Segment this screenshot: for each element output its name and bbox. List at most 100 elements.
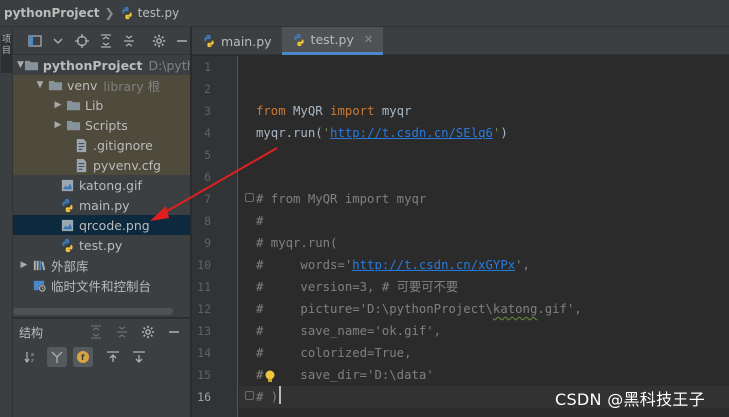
collapse-icon[interactable] [129,347,149,367]
python-file-icon [59,237,75,253]
lightbulb-icon[interactable] [263,369,277,383]
python-file-icon [204,34,214,48]
code-token: http://t.csdn.cn/SElq6 [330,126,493,140]
tree-item-gitignore[interactable]: .gitignore [13,135,190,155]
python-file-icon [59,197,75,213]
code-line: # save_dir='D:\data' [256,364,434,386]
collapse-all-icon[interactable] [121,33,137,49]
collapse-all-icon[interactable] [114,324,130,340]
tree-item-label: pyvenv.cfg [93,157,161,173]
line-number: 14 [197,346,211,360]
close-icon[interactable]: ✕ [364,33,373,46]
folder-icon [24,57,39,73]
breadcrumb-file[interactable]: test.py [120,6,180,20]
tree-item-qrcode-png[interactable]: qrcode.png [13,215,190,235]
view-mode-icon[interactable] [27,33,43,49]
tree-item-venv[interactable]: ▼ venv library 根 [13,75,190,95]
code-token: from [256,104,286,118]
tree-item-label: pythonProject [42,57,143,73]
tree-item-label: Scripts [85,117,128,133]
folder-icon [47,77,63,93]
tree-item-external-libraries[interactable]: ▶ 外部库 [13,255,190,275]
structure-title: 结构 [19,325,44,340]
tree-item-main-py[interactable]: main.py [13,195,190,215]
code-token: ) [500,126,508,140]
chevron-right-icon[interactable]: ▶ [51,120,65,130]
tree-item-label: Lib [85,97,104,113]
minimize-icon[interactable] [174,33,190,49]
tree-item-katong-gif[interactable]: katong.gif [13,175,190,195]
tree-item-label: venv [67,77,98,93]
tree-item-library-root: library 根 [103,78,161,94]
code-line: # from MyQR import myqr [256,188,426,210]
line-number: 9 [204,236,211,250]
code-line: # colorized=True, [256,342,411,364]
text-file-icon [73,137,89,153]
tab-label: main.py [221,33,272,49]
project-horizontal-scrollbar[interactable] [13,308,173,315]
code-line: myqr.run('http://t.csdn.cn/SElq6') [256,122,508,144]
show-fields-icon[interactable] [47,347,67,367]
library-icon [31,257,47,273]
fold-marker-icon[interactable] [245,391,254,400]
tree-item-scratches[interactable]: 临时文件和控制台 [13,275,190,295]
sort-alpha-icon[interactable]: az [21,347,41,367]
code-token: # ) [256,390,279,404]
code-token: # myqr.run( [256,236,338,250]
function-icon[interactable]: f [73,347,93,367]
line-number: 10 [197,258,211,272]
locate-icon[interactable] [74,33,90,49]
tree-item-label: main.py [79,197,130,213]
folder-icon [65,117,81,133]
project-panel: ▼ pythonProject D:\pyth ▼ venv library 根… [13,27,191,317]
python-file-icon [293,33,304,46]
code-token: # words=' [256,258,353,272]
breadcrumb-file-label: test.py [137,6,180,20]
expand-all-icon[interactable] [88,324,104,340]
tree-item-project[interactable]: ▼ pythonProject D:\pyth [13,55,190,75]
code-token: myqr [374,104,412,118]
folder-icon [65,97,81,113]
minimize-icon[interactable] [166,324,182,340]
line-number: 12 [197,302,211,316]
code-line: # save_name='ok.gif', [256,320,441,342]
breadcrumb-project[interactable]: pythonProject [4,6,100,20]
line-number: 1 [204,60,211,74]
expand-icon[interactable] [103,347,123,367]
python-file-icon [121,6,132,20]
project-tree: ▼ pythonProject D:\pyth ▼ venv library 根… [13,55,190,295]
structure-header: 结构 [13,319,190,345]
code-token: http://t.csdn.cn/xGYPx [352,258,516,272]
chevron-down-icon[interactable]: ▼ [17,60,24,70]
gear-icon[interactable] [151,33,167,49]
code-token: .gif', [537,302,582,316]
expand-all-icon[interactable] [98,33,114,49]
tree-item-scripts[interactable]: ▶ Scripts [13,115,190,135]
gear-icon[interactable] [140,324,156,340]
tree-item-pyvenv-cfg[interactable]: pyvenv.cfg [13,155,190,175]
line-number: 5 [204,148,211,162]
code-token: # colorized=True, [256,346,412,360]
code-token: myqr.run( [256,126,323,140]
code-editor[interactable]: from MyQR import myqr myqr.run('http://t.… [239,56,729,417]
line-number: 6 [204,170,211,184]
editor-tabs: main.py test.py ✕ [192,27,729,55]
code-token: import [330,104,375,118]
code-line: # version=3, # 可要可不要 [256,276,458,298]
fold-marker-icon[interactable] [245,193,254,202]
chevron-down-icon[interactable]: ▼ [33,80,47,90]
tab-main-py[interactable]: main.py [192,27,282,55]
chevron-down-icon[interactable] [51,33,67,49]
image-file-icon [59,217,75,233]
breadcrumb: pythonProject ❯ test.py [0,0,729,27]
tree-item-lib[interactable]: ▶ Lib [13,95,190,115]
chevron-right-icon[interactable]: ▶ [17,260,31,270]
tab-test-py[interactable]: test.py ✕ [281,27,384,55]
project-tool-tab[interactable]: 项目 [1,35,12,73]
code-token: # [256,214,264,228]
line-number: 16 [197,390,211,404]
code-token: # version=3, # 可要可不要 [256,280,459,294]
tree-item-test-py[interactable]: test.py [13,235,190,255]
line-number: 13 [197,324,211,338]
chevron-right-icon[interactable]: ▶ [51,100,65,110]
